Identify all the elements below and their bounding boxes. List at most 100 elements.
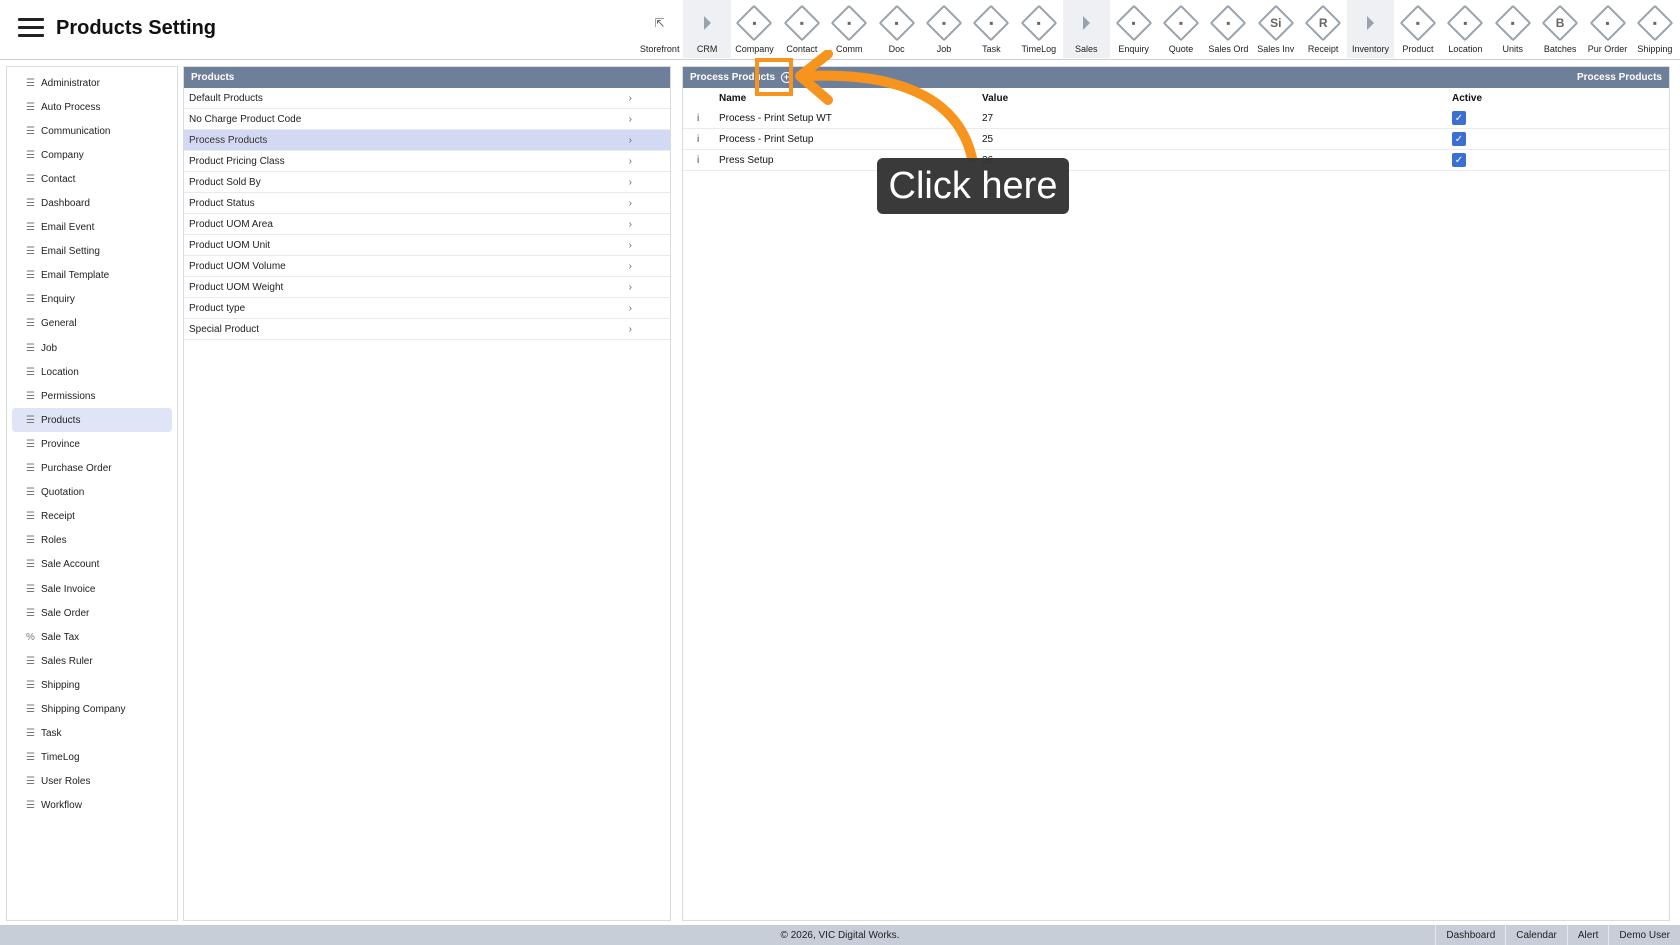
- sidebar-item-label: Enquiry: [41, 294, 75, 306]
- list-item-label: Special Product: [189, 323, 260, 335]
- quote-icon: ▪: [1162, 4, 1200, 42]
- toolbar-label: Inventory: [1352, 44, 1390, 54]
- sidebar-item-general[interactable]: ☰ General: [12, 312, 172, 336]
- sidebar-item-company[interactable]: ☰ Company: [12, 143, 172, 167]
- footer-link-alert[interactable]: Alert: [1566, 925, 1609, 945]
- list-item[interactable]: Product Pricing Class ›: [184, 151, 670, 172]
- list-item[interactable]: Process Products ›: [184, 130, 670, 151]
- sidebar-item-user-roles[interactable]: ☰ User Roles: [12, 770, 172, 794]
- toolbar-inventory[interactable]: Inventory: [1346, 0, 1395, 58]
- toolbar-sales-inv[interactable]: Si Sales Inv: [1252, 0, 1299, 58]
- sidebar-item-receipt[interactable]: ☰ Receipt: [12, 505, 172, 529]
- sidebar-item-province[interactable]: ☰ Province: [12, 432, 172, 456]
- sidebar-item-sale-order[interactable]: ☰ Sale Order: [12, 601, 172, 625]
- toolbar-pur-order[interactable]: ▪ Pur Order: [1584, 0, 1631, 58]
- sidebar-item-enquiry[interactable]: ☰ Enquiry: [12, 288, 172, 312]
- sidebar-item-email-setting[interactable]: ☰ Email Setting: [12, 240, 172, 264]
- toolbar-units[interactable]: ▪ Units: [1489, 0, 1536, 58]
- sidebar-item-job[interactable]: ☰ Job: [12, 336, 172, 360]
- list-item[interactable]: Product UOM Unit ›: [184, 235, 670, 256]
- sidebar-item-workflow[interactable]: ☰ Workflow: [12, 794, 172, 818]
- sidebar-item-dashboard[interactable]: ☰ Dashboard: [12, 191, 172, 215]
- sales-invoice-icon: Si: [1257, 4, 1295, 42]
- footer-link-calendar[interactable]: Calendar: [1505, 925, 1567, 945]
- toolbar-quote[interactable]: ▪ Quote: [1157, 0, 1204, 58]
- sidebar-item-timelog[interactable]: ☰ TimeLog: [12, 746, 172, 770]
- list-icon: ☰: [26, 438, 35, 450]
- hamburger-menu-icon[interactable]: [18, 18, 44, 38]
- toolbar-timelog[interactable]: ▪ TimeLog: [1015, 0, 1062, 58]
- cart-icon: ▪: [1589, 4, 1626, 42]
- chevron-right-icon: ›: [628, 134, 632, 146]
- toolbar-enquiry[interactable]: ▪ Enquiry: [1110, 0, 1157, 58]
- toolbar-product[interactable]: ▪ Product: [1394, 0, 1441, 58]
- sidebar-item-label: Email Template: [41, 270, 110, 282]
- sidebar-item-permissions[interactable]: ☰ Permissions: [12, 384, 172, 408]
- sidebar-item-label: Auto Process: [41, 101, 101, 113]
- toolbar-company[interactable]: ▪ Company: [731, 0, 778, 58]
- sidebar-item-communication[interactable]: ☰ Communication: [12, 119, 172, 143]
- info-icon[interactable]: i: [683, 134, 719, 145]
- toolbar-crm[interactable]: CRM: [683, 0, 731, 58]
- toolbar-shipping[interactable]: ▪ Shipping: [1631, 0, 1678, 58]
- sidebar-item-label: Sale Order: [41, 607, 90, 619]
- triangle-right-icon: [1069, 6, 1103, 40]
- toolbar-receipt[interactable]: R Receipt: [1299, 0, 1346, 58]
- active-checkbox[interactable]: ✓: [1452, 111, 1466, 125]
- sidebar-item-sale-tax[interactable]: % Sale Tax: [12, 625, 172, 649]
- toolbar-sales-ord[interactable]: ▪ Sales Ord: [1205, 0, 1252, 58]
- toolbar-label: CRM: [696, 44, 718, 54]
- list-item[interactable]: Product UOM Weight ›: [184, 277, 670, 298]
- sidebar-item-roles[interactable]: ☰ Roles: [12, 529, 172, 553]
- toolbar-storefront[interactable]: ⇱ Storefront: [636, 0, 683, 58]
- list-item[interactable]: Product type ›: [184, 298, 670, 319]
- info-icon[interactable]: i: [683, 155, 719, 166]
- sidebar-item-products[interactable]: ☰ Products: [12, 408, 172, 433]
- footer-link-dashboard[interactable]: Dashboard: [1435, 925, 1505, 945]
- percent-icon: %: [26, 631, 35, 643]
- sidebar-item-task[interactable]: ☰ Task: [12, 722, 172, 746]
- active-checkbox[interactable]: ✓: [1452, 153, 1466, 167]
- list-item[interactable]: Product Status ›: [184, 193, 670, 214]
- list-item[interactable]: Product Sold By ›: [184, 172, 670, 193]
- toolbar-sales[interactable]: Sales: [1062, 0, 1110, 58]
- list-item-label: No Charge Product Code: [189, 113, 302, 125]
- sidebar-item-shipping-company[interactable]: ☰ Shipping Company: [12, 697, 172, 721]
- sidebar-item-label: Location: [41, 366, 79, 378]
- list-icon: ☰: [26, 752, 35, 764]
- footer-link-demo-user[interactable]: Demo User: [1608, 925, 1680, 945]
- list-icon: ☰: [26, 776, 35, 788]
- active-checkbox[interactable]: ✓: [1452, 132, 1466, 146]
- sidebar-item-quotation[interactable]: ☰ Quotation: [12, 481, 172, 505]
- sidebar-item-auto-process[interactable]: ☰ Auto Process: [12, 95, 172, 119]
- list-item-label: Product UOM Area: [189, 218, 273, 230]
- sidebar-item-label: Communication: [41, 125, 111, 137]
- sidebar-item-sale-account[interactable]: ☰ Sale Account: [12, 553, 172, 577]
- list-item[interactable]: No Charge Product Code ›: [184, 109, 670, 130]
- sidebar-item-label: Quotation: [41, 487, 85, 499]
- sidebar-item-contact[interactable]: ☰ Contact: [12, 167, 172, 191]
- list-item-label: Product Status: [189, 197, 255, 209]
- toolbar-batches[interactable]: B Batches: [1536, 0, 1583, 58]
- sidebar-item-label: Shipping Company: [41, 703, 126, 715]
- list-item[interactable]: Product UOM Volume ›: [184, 256, 670, 277]
- list-item[interactable]: Product UOM Area ›: [184, 214, 670, 235]
- sidebar-item-shipping[interactable]: ☰ Shipping: [12, 673, 172, 697]
- sidebar-item-location[interactable]: ☰ Location: [12, 360, 172, 384]
- sidebar-item-email-template[interactable]: ☰ Email Template: [12, 264, 172, 288]
- sidebar-item-sale-invoice[interactable]: ☰ Sale Invoice: [12, 577, 172, 601]
- products-panel-header: Products: [184, 67, 670, 88]
- sidebar-item-administrator[interactable]: ☰ Administrator: [12, 71, 172, 95]
- list-item[interactable]: Special Product ›: [184, 319, 670, 340]
- sidebar-item-label: Permissions: [41, 390, 96, 402]
- sidebar-item-purchase-order[interactable]: ☰ Purchase Order: [12, 457, 172, 481]
- task-icon: ▪: [973, 4, 1010, 42]
- sidebar-item-label: User Roles: [41, 776, 91, 788]
- list-item[interactable]: Default Products ›: [184, 88, 670, 109]
- sidebar-item-email-event[interactable]: ☰ Email Event: [12, 216, 172, 240]
- list-icon: ☰: [26, 535, 35, 547]
- info-icon[interactable]: i: [683, 113, 719, 124]
- chevron-right-icon: ›: [628, 197, 632, 209]
- sidebar-item-sales-ruler[interactable]: ☰ Sales Ruler: [12, 649, 172, 673]
- toolbar-location[interactable]: ▪ Location: [1442, 0, 1489, 58]
